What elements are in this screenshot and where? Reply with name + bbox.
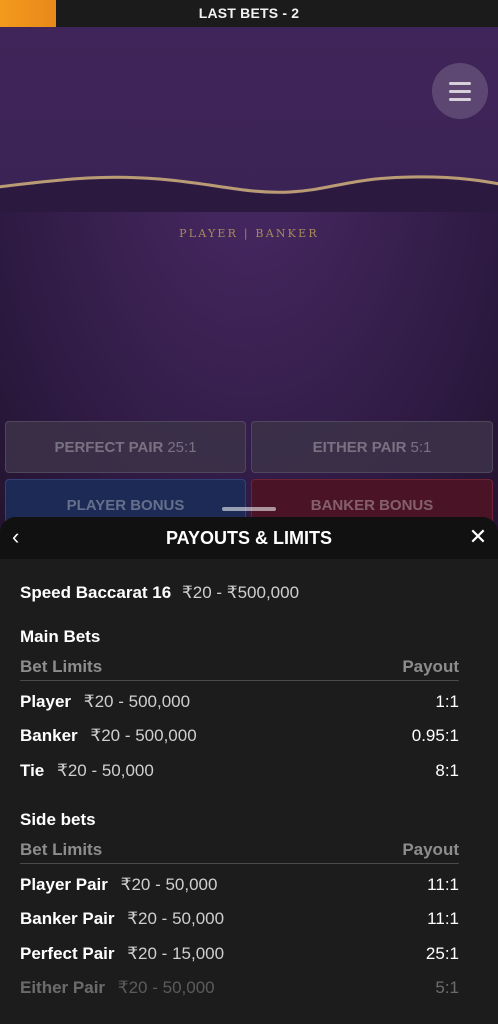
table-label: PLAYER | BANKER xyxy=(179,227,319,240)
panel-drag-handle[interactable] xyxy=(222,507,276,511)
bet-name: Player xyxy=(20,692,72,711)
bet-name: Banker Pair xyxy=(20,909,115,928)
bet-payout: 11:1 xyxy=(427,875,459,894)
bet-name: Tie xyxy=(20,761,45,780)
hamburger-menu-icon xyxy=(449,81,471,85)
bet-limits-header: Bet Limits xyxy=(20,657,103,676)
game-limits: Speed Baccarat 16 ₹20 - ₹500,000 xyxy=(20,583,299,603)
bet-limit: ₹20 - 500,000 xyxy=(83,692,191,711)
bet-label: PERFECT PAIR xyxy=(54,438,164,456)
table-row: Perfect Pair ₹20 - 15,000 25:1 xyxy=(20,944,459,968)
bet-label: BANKER BONUS xyxy=(310,496,434,514)
bet-odds: 5:1 xyxy=(410,438,432,456)
bet-odds: 25:1 xyxy=(167,438,197,456)
table-row: Player Pair ₹20 - 50,000 11:1 xyxy=(20,875,459,899)
main-bets-column-header: Bet Limits Payout xyxy=(20,657,459,681)
bet-limit: ₹20 - 15,000 xyxy=(127,944,225,963)
bet-label: PLAYER BONUS xyxy=(66,496,185,514)
bet-payout: 8:1 xyxy=(435,761,459,780)
side-bets-column-header: Bet Limits Payout xyxy=(20,840,459,864)
main-bets-title: Main Bets xyxy=(20,627,101,646)
bet-name: Banker xyxy=(20,726,78,745)
game-name: Speed Baccarat 16 xyxy=(20,583,172,602)
game-limit-range: ₹20 - ₹500,000 xyxy=(181,583,300,602)
bet-limit: ₹20 - 500,000 xyxy=(90,726,197,745)
table-row: Player ₹20 - 500,000 1:1 xyxy=(20,692,459,716)
panel-title: PAYOUTS & LIMITS xyxy=(165,528,333,548)
menu-button[interactable] xyxy=(432,63,488,119)
bet-payout: 11:1 xyxy=(427,909,459,928)
close-icon[interactable]: ✕ xyxy=(466,525,490,549)
bet-payout: 25:1 xyxy=(425,944,459,963)
table-row: Banker ₹20 - 500,000 0.95:1 xyxy=(20,726,459,750)
payout-header: Payout xyxy=(402,840,459,859)
bet-payout: 1:1 xyxy=(435,692,459,711)
bet-name: Either Pair xyxy=(20,978,106,997)
table-row: Either Pair ₹20 - 50,000 5:1 xyxy=(20,978,459,1002)
bet-limit: ₹20 - 50,000 xyxy=(57,761,154,780)
payout-header: Payout xyxy=(402,657,459,676)
bet-label: EITHER PAIR xyxy=(312,438,407,456)
table-edge-curve xyxy=(0,175,498,212)
bet-limit: ₹20 - 50,000 xyxy=(127,909,225,928)
last-bets-label[interactable]: LAST BETS - 2 xyxy=(0,0,498,27)
perfect-pair-bet[interactable]: PERFECT PAIR 25:1 xyxy=(5,421,246,473)
baccarat-table: PLAYER | BANKER PERFECT PAIR 25:1 EITHER… xyxy=(0,27,498,537)
bet-payout: 5:1 xyxy=(435,978,459,997)
table-row: Tie ₹20 - 50,000 8:1 xyxy=(20,761,459,785)
bet-limits-header: Bet Limits xyxy=(20,840,103,859)
bet-payout: 0.95:1 xyxy=(411,726,459,745)
payouts-limits-panel: ‹ PAYOUTS & LIMITS ✕ Speed Baccarat 16 ₹… xyxy=(0,517,498,1024)
side-bets-title: Side bets xyxy=(20,810,96,829)
bet-name: Perfect Pair xyxy=(20,944,115,963)
bet-limit: ₹20 - 50,000 xyxy=(120,875,218,894)
either-pair-bet[interactable]: EITHER PAIR 5:1 xyxy=(251,421,493,473)
panel-header: ‹ PAYOUTS & LIMITS ✕ xyxy=(0,517,498,559)
bet-limit: ₹20 - 50,000 xyxy=(117,978,215,997)
bet-name: Player Pair xyxy=(20,875,108,894)
top-bar: LAST BETS - 2 xyxy=(0,0,498,27)
table-row: Banker Pair ₹20 - 50,000 11:1 xyxy=(20,909,459,933)
